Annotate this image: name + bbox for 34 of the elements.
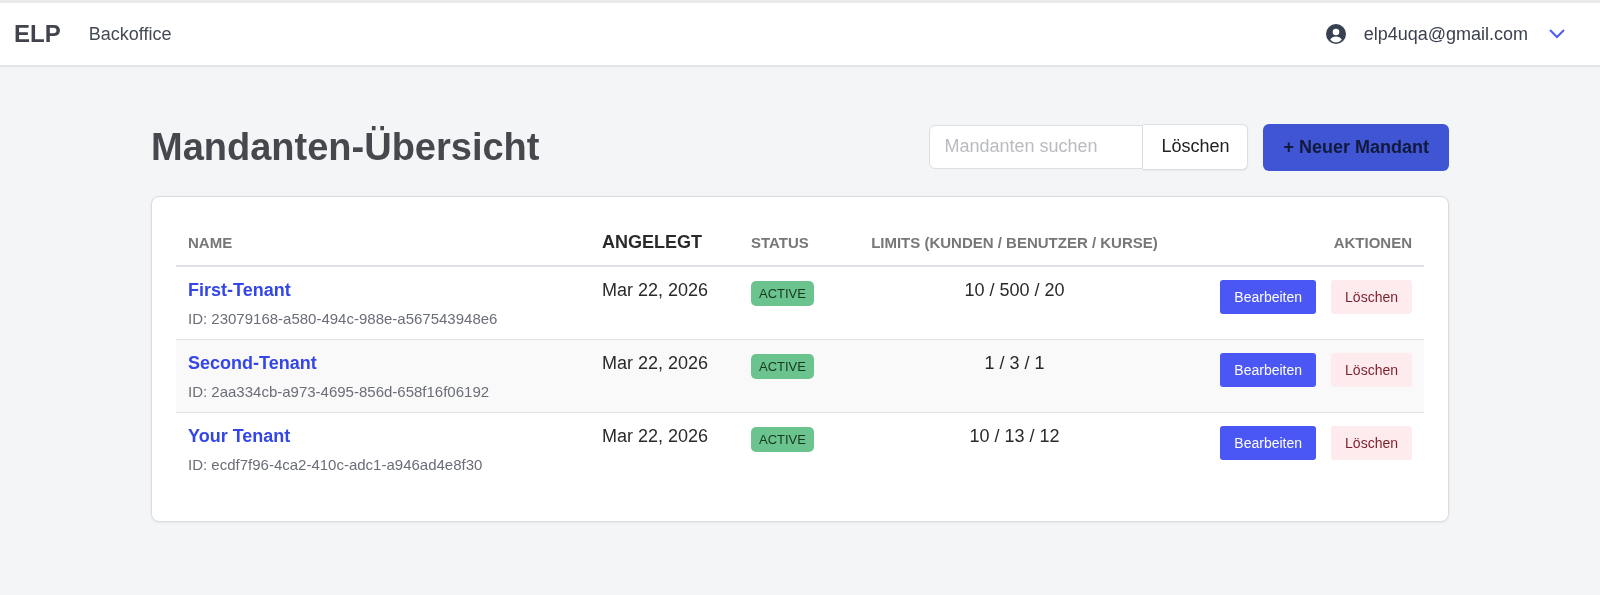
column-header: STATUS	[751, 234, 809, 251]
status-badge: ACTIVE	[751, 427, 814, 452]
edit-button[interactable]: Bearbeiten	[1220, 353, 1317, 387]
section-title: Backoffice	[88, 23, 172, 45]
user-email[interactable]: elp4uqa@gmail.com	[1363, 23, 1528, 45]
user-avatar-icon	[1325, 24, 1346, 44]
column-header: AKTIONEN	[1333, 234, 1412, 251]
chevron-down-icon[interactable]	[1548, 28, 1566, 40]
delete-button[interactable]: Löschen	[1331, 426, 1412, 460]
clear-button[interactable]: Löschen	[1143, 123, 1249, 170]
column-header: NAME	[188, 234, 233, 251]
page-title: Mandanten-Übersicht	[151, 125, 540, 169]
column-header: LIMITS (KUNDEN / BENUTZER / KURSE)	[871, 234, 1158, 251]
status-badge: ACTIVE	[751, 281, 814, 306]
created-date: Mar 22, 2026	[602, 426, 709, 446]
tenant-name-link[interactable]: Second-Tenant	[188, 353, 317, 374]
tenant-name-link[interactable]: Your Tenant	[188, 426, 291, 447]
status-badge: ACTIVE	[751, 354, 814, 379]
tenant-id: ID: ecdf7f96-4ca2-410c-adc1-a946ad4e8f30	[188, 456, 484, 473]
tenant-id: ID: 23079168-a580-494c-988e-a567543948e6	[188, 310, 499, 327]
column-header: ANGELEGT	[602, 232, 702, 252]
search-field[interactable]: Mandanten suchen	[929, 124, 1144, 169]
tenant-id: ID: 2aa334cb-a973-4695-856d-658f16f06192	[188, 383, 491, 400]
delete-button[interactable]: Löschen	[1331, 280, 1412, 314]
limits-value: 10 / 13 / 12	[969, 426, 1060, 446]
logo[interactable]: ELP	[14, 20, 61, 48]
limits-value: 1 / 3 / 1	[984, 353, 1045, 373]
edit-button[interactable]: Bearbeiten	[1220, 426, 1317, 460]
tenant-name-link[interactable]: First-Tenant	[188, 280, 291, 301]
delete-button[interactable]: Löschen	[1331, 353, 1412, 387]
created-date: Mar 22, 2026	[602, 353, 709, 373]
limits-value: 10 / 500 / 20	[964, 280, 1065, 300]
edit-button[interactable]: Bearbeiten	[1220, 280, 1317, 314]
created-date: Mar 22, 2026	[602, 280, 709, 300]
